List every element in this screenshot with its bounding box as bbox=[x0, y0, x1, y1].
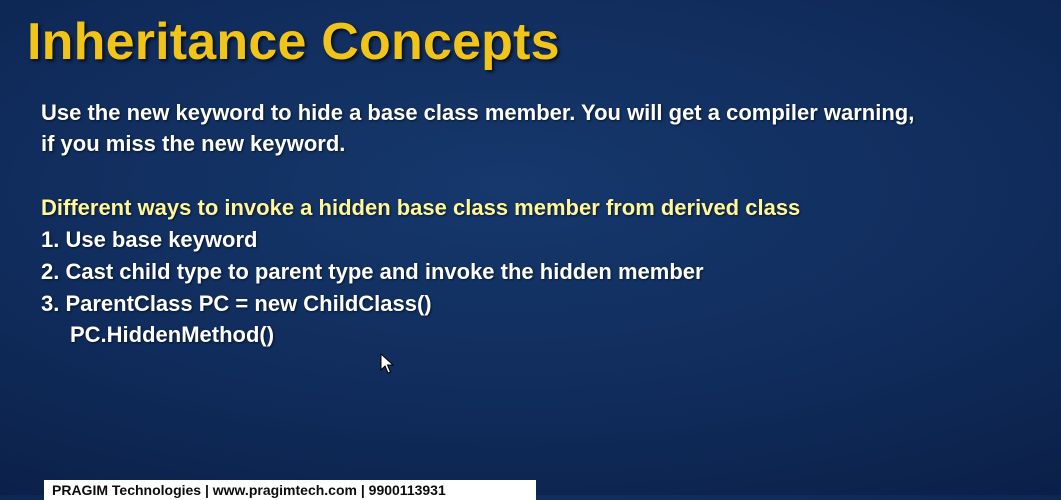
mouse-pointer-icon bbox=[380, 353, 394, 374]
paragraph-line-1: Use the new keyword to hide a base class… bbox=[41, 100, 915, 125]
list-item-3-continuation: PC.HiddenMethod() bbox=[70, 322, 275, 347]
list-item-3: 3. ParentClass PC = new ChildClass() bbox=[41, 291, 432, 316]
subheading: Different ways to invoke a hidden base c… bbox=[41, 195, 801, 220]
slide-title: Inheritance Concepts bbox=[27, 13, 560, 71]
footer-banner: PRAGIM Technologies | www.pragimtech.com… bbox=[44, 480, 536, 500]
list-item-2: 2. Cast child type to parent type and in… bbox=[41, 259, 704, 284]
list-item-1: 1. Use base keyword bbox=[41, 227, 258, 252]
presentation-slide: Inheritance Concepts Use the new keyword… bbox=[0, 0, 1061, 500]
paragraph-line-2: if you miss the new keyword. bbox=[41, 131, 346, 156]
